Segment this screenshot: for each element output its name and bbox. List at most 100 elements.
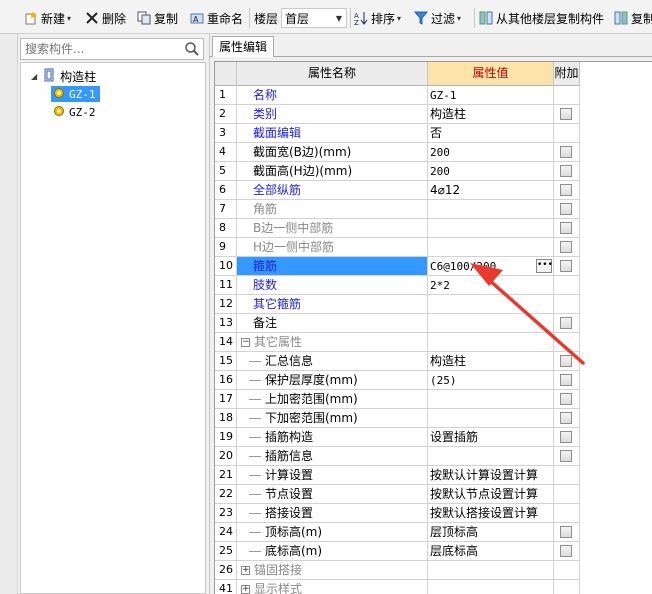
- extra-checkbox[interactable]: [560, 355, 572, 367]
- sort-button[interactable]: AZ 排序 ▾: [354, 8, 401, 28]
- extra-checkbox[interactable]: [560, 545, 572, 557]
- tree-item-gz-1[interactable]: GZ-1: [51, 86, 100, 102]
- table-row[interactable]: 2 类别 构造柱: [215, 105, 652, 124]
- property-name-cell[interactable]: 底标高(m): [237, 542, 428, 561]
- table-row[interactable]: 1 名称 GZ-1: [215, 86, 652, 105]
- header-property-value[interactable]: 属性值: [428, 62, 554, 86]
- property-name-cell[interactable]: 计算设置: [237, 466, 428, 485]
- property-name-cell[interactable]: 截面编辑: [237, 124, 428, 143]
- property-name-cell[interactable]: − 其它属性: [237, 333, 428, 352]
- table-row[interactable]: 8 B边一侧中部筋: [215, 219, 652, 238]
- property-name-cell[interactable]: 下加密范围(mm): [237, 409, 428, 428]
- property-name-cell[interactable]: + 显示样式: [237, 580, 428, 594]
- property-name-cell[interactable]: H边一侧中部筋: [237, 238, 428, 257]
- table-row[interactable]: 7 角筋: [215, 200, 652, 219]
- property-name-cell[interactable]: 名称: [237, 86, 428, 105]
- tree-root-node[interactable]: ◢ 构造柱: [31, 68, 96, 84]
- header-property-name[interactable]: 属性名称: [237, 62, 428, 86]
- ellipsis-button[interactable]: •••: [536, 259, 553, 273]
- table-row[interactable]: 14− 其它属性: [215, 333, 652, 352]
- property-name-cell[interactable]: 上加密范围(mm): [237, 390, 428, 409]
- copy-to-floor-button[interactable]: 复制: [614, 8, 652, 28]
- table-row[interactable]: 5 截面高(H边)(mm) 200: [215, 162, 652, 181]
- property-name-cell[interactable]: 截面宽(B边)(mm): [237, 143, 428, 162]
- table-row[interactable]: 4 截面宽(B边)(mm) 200: [215, 143, 652, 162]
- floor-select[interactable]: 首层 ▼: [281, 8, 347, 28]
- property-name-cell[interactable]: 肢数: [237, 276, 428, 295]
- expand-icon[interactable]: +: [241, 585, 250, 594]
- property-name-cell[interactable]: 搭接设置: [237, 504, 428, 523]
- property-value-cell[interactable]: 层底标高: [428, 542, 554, 561]
- table-row[interactable]: 23 搭接设置 按默认搭接设置计算: [215, 504, 652, 523]
- extra-checkbox[interactable]: [560, 374, 572, 386]
- extra-checkbox[interactable]: [560, 431, 572, 443]
- property-name-cell[interactable]: B边一侧中部筋: [237, 219, 428, 238]
- table-row[interactable]: 13 备注: [215, 314, 652, 333]
- property-value-cell[interactable]: 按默认计算设置计算: [428, 466, 554, 485]
- copy-button[interactable]: 复制: [137, 8, 178, 28]
- collapse-icon[interactable]: ◢: [31, 72, 37, 81]
- property-value-cell[interactable]: [428, 333, 554, 352]
- extra-checkbox[interactable]: [560, 165, 572, 177]
- collapse-icon[interactable]: −: [241, 338, 250, 347]
- delete-button[interactable]: 删除: [85, 8, 126, 28]
- extra-checkbox[interactable]: [560, 241, 572, 253]
- property-value-cell[interactable]: 按默认节点设置计算: [428, 485, 554, 504]
- table-row[interactable]: 17 上加密范围(mm): [215, 390, 652, 409]
- property-value-cell[interactable]: 200: [428, 143, 554, 162]
- property-value-cell[interactable]: [428, 561, 554, 580]
- property-value-cell[interactable]: [428, 200, 554, 219]
- extra-checkbox[interactable]: [560, 203, 572, 215]
- property-name-cell[interactable]: 箍筋: [237, 257, 428, 276]
- extra-checkbox[interactable]: [560, 108, 572, 120]
- property-value-cell[interactable]: [428, 580, 554, 594]
- filter-button[interactable]: 过滤 ▾: [413, 8, 461, 28]
- property-value-cell[interactable]: [428, 409, 554, 428]
- table-row[interactable]: 25 底标高(m) 层底标高: [215, 542, 652, 561]
- property-name-cell[interactable]: 插筋构造: [237, 428, 428, 447]
- tree-item-gz-2[interactable]: GZ-2: [51, 104, 96, 120]
- table-row[interactable]: 11 肢数 2*2: [215, 276, 652, 295]
- property-name-cell[interactable]: + 锚固搭接: [237, 561, 428, 580]
- property-name-cell[interactable]: 节点设置: [237, 485, 428, 504]
- property-value-cell[interactable]: [428, 314, 554, 333]
- property-value-cell[interactable]: C6@100/200 •••: [428, 257, 554, 276]
- property-value-cell[interactable]: [428, 219, 554, 238]
- table-row[interactable]: 12 其它箍筋: [215, 295, 652, 314]
- property-name-cell[interactable]: 保护层厚度(mm): [237, 371, 428, 390]
- table-row[interactable]: 9 H边一侧中部筋: [215, 238, 652, 257]
- property-value-cell[interactable]: 设置插筋: [428, 428, 554, 447]
- table-row[interactable]: 41 + 显示样式: [215, 580, 652, 594]
- property-name-cell[interactable]: 顶标高(m): [237, 523, 428, 542]
- property-name-cell[interactable]: 全部纵筋: [237, 181, 428, 200]
- table-row[interactable]: 3 截面编辑 否: [215, 124, 652, 143]
- extra-checkbox[interactable]: [560, 317, 572, 329]
- table-row[interactable]: 21 计算设置 按默认计算设置计算: [215, 466, 652, 485]
- property-value-cell[interactable]: [428, 447, 554, 466]
- table-row[interactable]: 24 顶标高(m) 层顶标高: [215, 523, 652, 542]
- property-value-cell[interactable]: [428, 390, 554, 409]
- extra-checkbox[interactable]: [560, 412, 572, 424]
- table-row[interactable]: 19 插筋构造 设置插筋: [215, 428, 652, 447]
- property-value-cell[interactable]: [428, 295, 554, 314]
- rename-button[interactable]: A 重命名: [190, 8, 243, 28]
- search-icon[interactable]: [184, 41, 200, 57]
- extra-checkbox[interactable]: [560, 526, 572, 538]
- header-extra[interactable]: 附加: [554, 62, 580, 86]
- property-name-cell[interactable]: 插筋信息: [237, 447, 428, 466]
- property-value-cell[interactable]: GZ-1: [428, 86, 554, 105]
- extra-checkbox[interactable]: [560, 450, 572, 462]
- property-value-cell[interactable]: 层顶标高: [428, 523, 554, 542]
- property-value-cell[interactable]: 200: [428, 162, 554, 181]
- table-row[interactable]: 26 + 锚固搭接: [215, 561, 652, 580]
- extra-checkbox[interactable]: [560, 260, 572, 272]
- table-row[interactable]: 16 保护层厚度(mm) (25): [215, 371, 652, 390]
- extra-checkbox[interactable]: [560, 222, 572, 234]
- property-name-cell[interactable]: 类别: [237, 105, 428, 124]
- property-value-cell[interactable]: [428, 238, 554, 257]
- property-name-cell[interactable]: 截面高(H边)(mm): [237, 162, 428, 181]
- table-row[interactable]: 15 汇总信息 构造柱: [215, 352, 652, 371]
- property-name-cell[interactable]: 备注: [237, 314, 428, 333]
- property-value-cell[interactable]: 否: [428, 124, 554, 143]
- property-name-cell[interactable]: 其它箍筋: [237, 295, 428, 314]
